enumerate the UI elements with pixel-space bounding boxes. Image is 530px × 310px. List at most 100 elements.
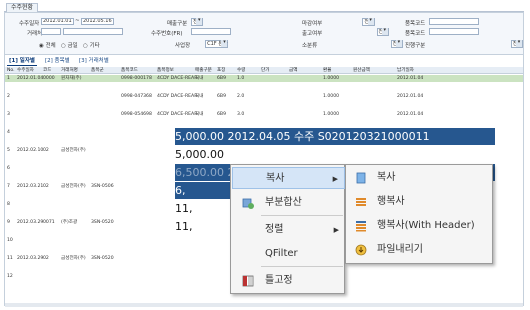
table-cell[interactable]: 3SN-0520: [91, 255, 114, 262]
table-cell[interactable]: 0071: [43, 219, 55, 226]
table-cell[interactable]: 6: [7, 165, 10, 172]
table-cell[interactable]: 4CDY DACE-REAR: [157, 93, 197, 100]
tab-by-date[interactable]: [1] 일자별: [7, 57, 37, 66]
table-cell[interactable]: 4CDY DACE-REAR: [157, 111, 197, 118]
item-field[interactable]: [429, 18, 479, 25]
client-code-field[interactable]: [41, 28, 61, 35]
item2-field[interactable]: [429, 28, 479, 35]
table-cell[interactable]: 10: [7, 237, 13, 244]
table-cell[interactable]: 8: [7, 201, 10, 208]
table-cell[interactable]: 02: [43, 255, 49, 262]
table-cell[interactable]: 3.0: [237, 111, 244, 118]
col-header[interactable]: 원산금액: [353, 67, 370, 74]
menu-item-subtotal[interactable]: 부분합산: [232, 192, 345, 214]
table-cell[interactable]: 3SN-0506: [91, 183, 114, 190]
submenu-item-copy[interactable]: 복사: [347, 167, 493, 189]
table-cell[interactable]: 6B9: [217, 75, 226, 82]
table-cell[interactable]: 국내: [195, 75, 203, 82]
status2-select[interactable]: 전체: [376, 28, 389, 36]
col-header[interactable]: 품목정보: [157, 67, 174, 74]
table-cell[interactable]: 0998-054698: [121, 111, 152, 118]
table-cell[interactable]: 2012.01.04: [17, 75, 43, 82]
table-cell[interactable]: 금성전자(주): [61, 147, 86, 154]
submenu-item-row-copy-header[interactable]: 행복사(With Header): [347, 215, 493, 237]
table-cell[interactable]: 7: [7, 183, 10, 190]
col-header[interactable]: 수량: [237, 67, 245, 74]
col-header[interactable]: 포장: [217, 67, 225, 74]
date-from-field[interactable]: 2012.01.01: [41, 18, 74, 25]
ship-select[interactable]: 전체: [191, 18, 204, 26]
cell-row-5[interactable]: 11,: [175, 200, 235, 217]
status1-select[interactable]: 전체: [362, 18, 375, 26]
table-cell[interactable]: 국내: [195, 93, 203, 100]
table-row[interactable]: 2 0998-047368 4CDY DACE-REAR 국내 6B9 2.0 1.0000…: [5, 93, 523, 100]
table-cell[interactable]: 2012.03.29: [17, 219, 43, 226]
col-header[interactable]: 거래처명: [61, 67, 78, 74]
radio-other[interactable]: ○ 기타: [83, 41, 100, 49]
cell-row-6[interactable]: 11,: [175, 218, 235, 235]
table-cell[interactable]: 1.0000: [323, 93, 339, 100]
menu-item-freeze[interactable]: 틀고정: [232, 270, 345, 292]
table-row[interactable]: 1 2012.01.04 0000 원자재(주) 0998-000178 4CDY DAC…: [5, 75, 523, 82]
status3-select[interactable]: 전체: [390, 40, 403, 48]
table-cell[interactable]: 1.0: [237, 75, 244, 82]
table-cell[interactable]: 4CDY DACE-REAR: [157, 75, 197, 82]
table-cell[interactable]: 0000: [43, 75, 55, 82]
order-no-field[interactable]: [191, 28, 231, 35]
table-cell[interactable]: 5: [7, 147, 10, 154]
col-header[interactable]: 수주일자: [17, 67, 34, 74]
col-header[interactable]: 납기일자: [397, 67, 414, 74]
table-cell[interactable]: 4: [7, 129, 10, 136]
tab-by-item[interactable]: [2] 품목별: [43, 57, 72, 66]
table-cell[interactable]: 6B9: [217, 93, 226, 100]
table-cell[interactable]: 6B9: [217, 111, 226, 118]
col-header[interactable]: 품목코드: [121, 67, 138, 74]
table-cell[interactable]: 금성전자(주): [61, 183, 86, 190]
table-cell[interactable]: 3: [7, 111, 10, 118]
submenu-item-row-copy[interactable]: 행복사: [347, 191, 493, 213]
table-cell[interactable]: (주)조광: [61, 219, 77, 226]
table-cell[interactable]: 2.0: [237, 93, 244, 100]
table-cell[interactable]: 2012.01.04: [397, 93, 423, 100]
submenu-item-export[interactable]: 파일내리기: [347, 239, 493, 261]
table-cell[interactable]: 0998-047368: [121, 93, 152, 100]
client-name-field[interactable]: [63, 28, 123, 35]
table-cell[interactable]: 국내: [195, 111, 203, 118]
menu-item-qfilter[interactable]: QFilter: [232, 243, 345, 265]
table-cell[interactable]: 02: [43, 147, 49, 154]
col-header[interactable]: 매출구분: [195, 67, 212, 74]
selected-cell-row-4[interactable]: 6,: [175, 182, 235, 199]
table-cell[interactable]: 1.0000: [323, 111, 339, 118]
radio-today[interactable]: ○ 금일: [61, 41, 78, 49]
table-cell[interactable]: 0998-000178: [121, 75, 152, 82]
col-header[interactable]: 단가: [261, 67, 269, 74]
table-cell[interactable]: 2012.03.21: [17, 183, 43, 190]
table-cell[interactable]: 2012.03.29: [17, 255, 43, 262]
table-cell[interactable]: 02: [43, 183, 49, 190]
table-cell[interactable]: 1.0000: [323, 75, 339, 82]
table-cell[interactable]: 11: [7, 255, 13, 262]
col-header[interactable]: 품목군: [91, 67, 104, 74]
col-header[interactable]: 코드: [43, 67, 51, 74]
horizontal-scrollbar[interactable]: [5, 303, 523, 307]
col-header[interactable]: 금액: [289, 67, 297, 74]
table-cell[interactable]: 원자재(주): [61, 75, 82, 82]
cell-row-2[interactable]: 5,000.00: [175, 146, 275, 163]
radio-all[interactable]: ◉ 전체: [39, 41, 56, 49]
type-select[interactable]: 전체: [510, 40, 523, 48]
biz-select[interactable]: C1F 본사: [205, 40, 229, 48]
table-cell[interactable]: 1: [7, 75, 10, 82]
table-cell[interactable]: 금성전자(주): [61, 255, 86, 262]
tab-by-client[interactable]: [3] 거래처별: [77, 57, 111, 66]
table-cell[interactable]: 12: [7, 273, 13, 280]
table-cell[interactable]: 2012.01.04: [397, 111, 423, 118]
table-cell[interactable]: 2012.01.04: [397, 75, 423, 82]
table-cell[interactable]: 2012.02.10: [17, 147, 43, 154]
tab-order-status[interactable]: 수주현황: [6, 3, 39, 12]
table-cell[interactable]: 2: [7, 93, 10, 100]
col-header[interactable]: 환율: [323, 67, 331, 74]
menu-item-copy[interactable]: 복사 ▶: [232, 167, 345, 189]
table-row[interactable]: 3 0998-054698 4CDY DACE-REAR 국내 6B9 3.0 1.0000…: [5, 111, 523, 118]
menu-item-sort[interactable]: 정렬 ▶: [232, 219, 345, 241]
selected-cell-row-1[interactable]: 5,000.00 2012.04.05 수주 S020120321000011: [175, 128, 495, 145]
